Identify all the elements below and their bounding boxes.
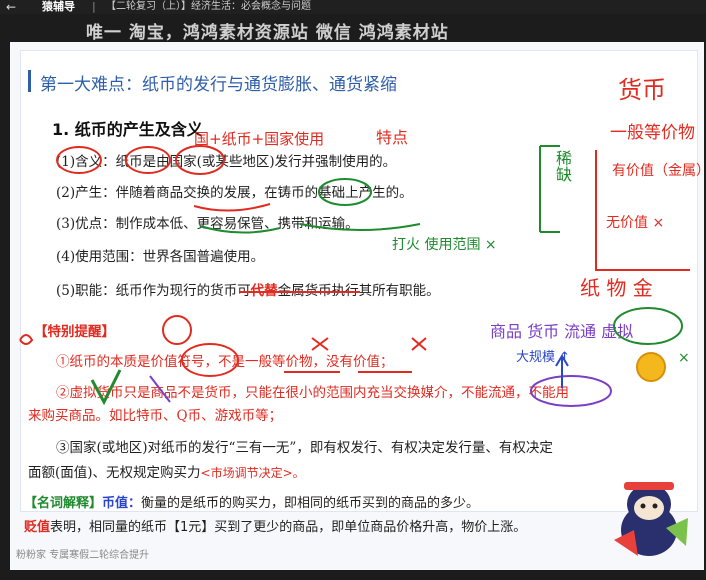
annotation-general-equivalent: 一般等价物 — [610, 123, 695, 143]
slide-footer: 粉粉家 专属寒假二轮综合提升 — [16, 550, 150, 561]
point-5: (5)职能：纸币作为现行的货币可代替金属货币执行其所有职能。 — [56, 279, 440, 299]
cartoon-mascot-icon — [614, 482, 688, 556]
depreciation-word: 贬值 — [24, 520, 51, 535]
depreciation-definition: 表明，相同量的纸币【1元】买到了更少的商品，即单位商品价格升高，物价上涨。 — [50, 520, 527, 535]
lesson-breadcrumb: 【二轮复习（上）】经济生活：必会概念与问题 — [106, 1, 311, 12]
term-definition: 衡量的是纸币的购买力，即相同的纸币买到的商品的多少。 — [141, 496, 480, 511]
point-5-prefix: (5)职能：纸币作为现行的货币可 — [56, 283, 251, 299]
app-top-bar: ← 猿辅导 | 【二轮复习（上）】经济生活：必会概念与问题 — [0, 0, 706, 14]
green-x-mark: × — [678, 350, 690, 366]
watermark-text: 唯一 淘宝，鸿鸿素材资源站 微信 鸿鸿素材站 — [86, 23, 449, 43]
term-label: 【名词解释】 — [24, 496, 103, 511]
section-title: 1. 纸币的产生及含义 — [52, 120, 203, 139]
gold-coin-icon — [636, 352, 666, 382]
point-5-highlight: 代替 — [250, 283, 278, 299]
tips-label: 【特别提醒】 — [34, 324, 115, 340]
annotation-scarcity: 稀缺 — [553, 150, 572, 182]
tip-3-text: 面额(面值)、无权规定购买力 — [28, 465, 201, 481]
annotation-no-value: 无价值 × — [606, 215, 665, 231]
annotation-usage-range: 打火 使用范围 × — [392, 237, 497, 253]
depreciation-row: 贬值表明，相同量的纸币【1元】买到了更少的商品，即单位商品价格升高，物价上涨。 — [24, 516, 526, 535]
point-3: (3)优点：制作成本低、更容易保管、携带和运输。 — [56, 216, 359, 232]
annotation-paper-thing-gold: 纸 物 金 — [580, 276, 653, 300]
title-divider: | — [92, 0, 96, 13]
slide-heading: 第一大难点：纸币的发行与通货膨胀、通货紧缩 — [40, 75, 397, 95]
tip-2-line-2: 来购买商品。如比特币、Q币、游戏币等； — [28, 408, 283, 424]
annotation-has-value: 有价值（金属） — [612, 163, 706, 179]
annotation-large-scale: 大规模 ↑ — [516, 350, 571, 365]
heading-accent-bar — [28, 70, 31, 92]
annotation-feature: 特点 — [376, 128, 409, 147]
tip-1: ①纸币的本质是价值符号，不是一般等价物，没有价值； — [56, 354, 394, 370]
app-name: 猿辅导 — [42, 0, 75, 13]
tip-3-note: <市场调节决定>。 — [200, 466, 305, 480]
term-word: 币值： — [102, 496, 142, 511]
annotation-virtual-goods: 商品 货币 流通 虚拟 — [490, 322, 634, 341]
point-1: (1)含义：纸币是由国家(或某些地区)发行并强制使用的。 — [56, 154, 397, 170]
annotation-state-paper-money: 国+纸币+国家使用 — [194, 130, 325, 148]
tip-3-line-1: ③国家(或地区)对纸币的发行“三有一无”，即有权发行、有权决定发行量、有权决定 — [56, 440, 553, 456]
left-arrow-icon[interactable]: ← — [6, 0, 16, 14]
point-5-suffix: 金属货币执行其所有职能。 — [277, 283, 440, 299]
annotation-huobi: 货币 — [618, 76, 666, 104]
point-2: (2)产生：伴随着商品交换的发展，在铸币的基础上产生的。 — [56, 185, 413, 201]
tip-3-line-2: 面额(面值)、无权规定购买力<市场调节决定>。 — [28, 461, 305, 481]
tip-2-line-1: ②虚拟货币只是商品不是货币，只能在很小的范围内充当交换媒介，不能流通，不能用 — [56, 385, 569, 401]
watermark-strip: 唯一 淘宝，鸿鸿素材资源站 微信 鸿鸿素材站 — [0, 14, 706, 43]
term-row: 【名词解释】币值：衡量的是纸币的购买力，即相同的纸币买到的商品的多少。 — [24, 492, 479, 511]
point-4: (4)使用范围：世界各国普遍使用。 — [56, 249, 265, 265]
